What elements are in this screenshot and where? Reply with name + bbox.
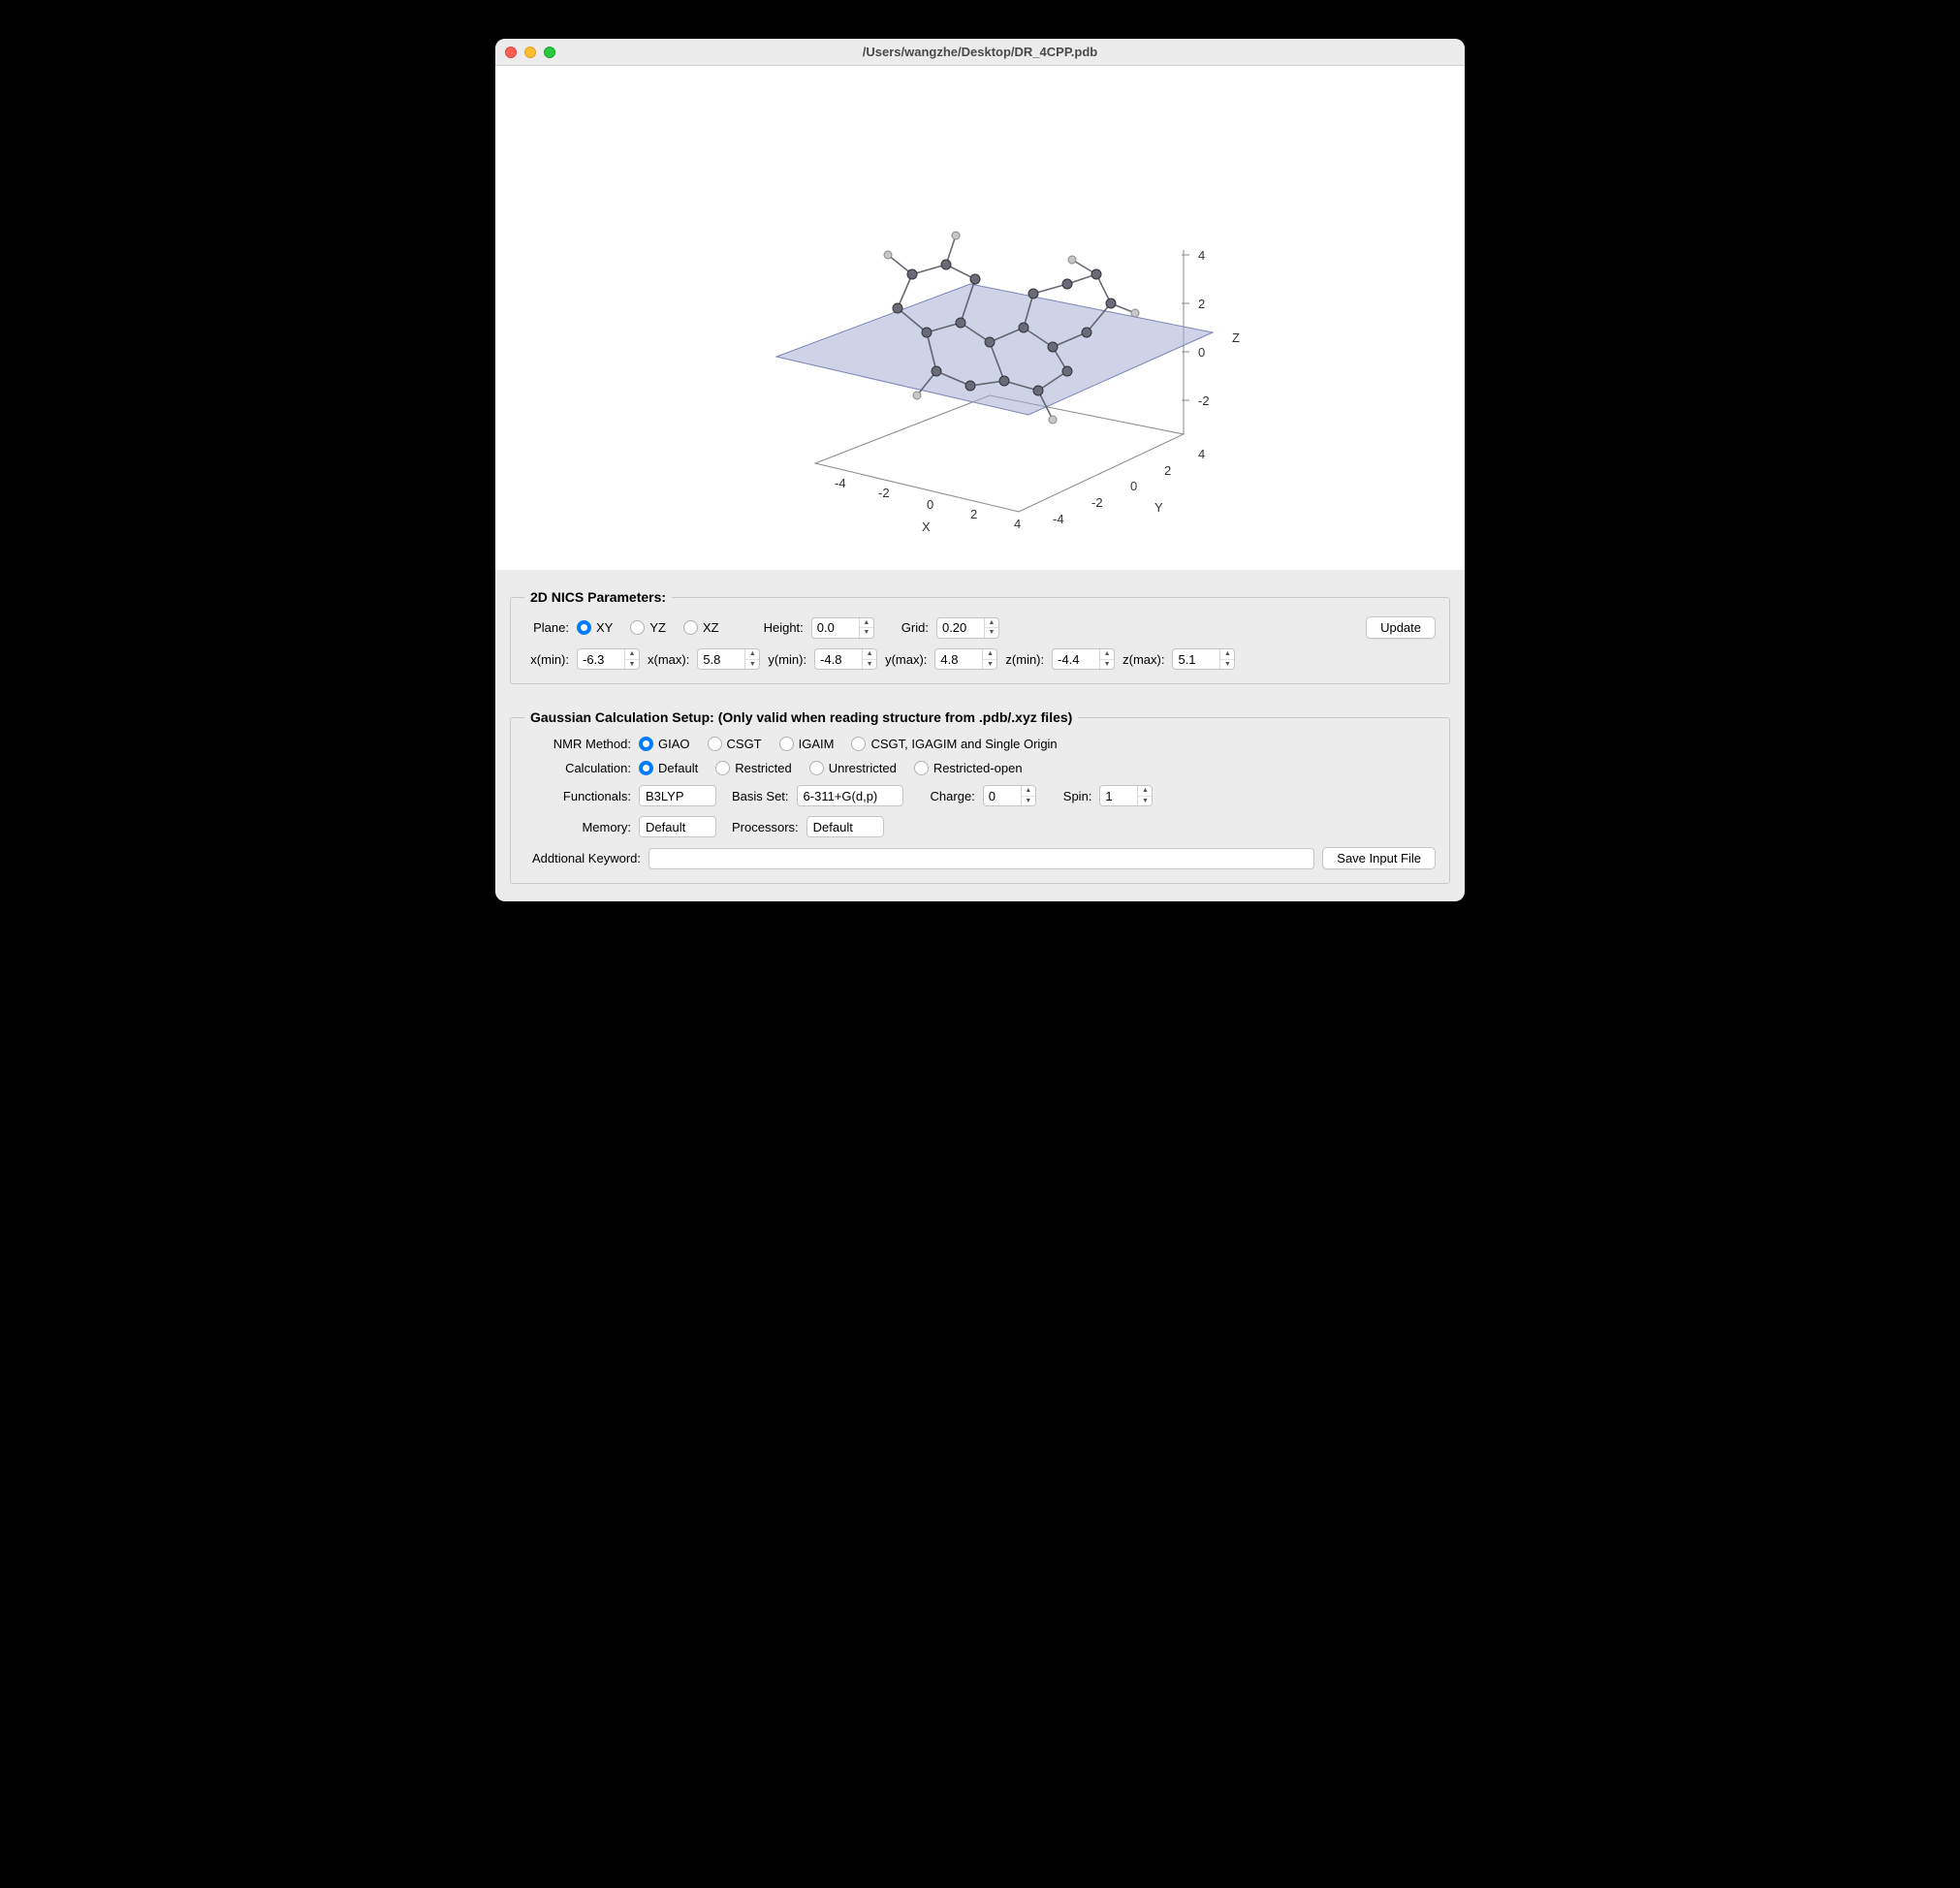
charge-label: Charge: <box>931 789 975 803</box>
zmax-label: z(max): <box>1122 652 1164 667</box>
y-tick: -2 <box>1091 495 1103 510</box>
plane-yz-radio[interactable]: YZ <box>630 620 666 635</box>
processors-label: Processors: <box>732 820 799 834</box>
plane-xz-radio[interactable]: XZ <box>683 620 719 635</box>
z-axis-label: Z <box>1232 330 1240 345</box>
chevron-up-icon: ▲ <box>985 618 998 629</box>
x-tick: 2 <box>970 507 977 521</box>
y-tick: 2 <box>1164 463 1171 478</box>
main-window: /Users/wangzhe/Desktop/DR_4CPP.pdb <box>495 39 1465 901</box>
x-axis-label: X <box>922 519 931 531</box>
basis-field[interactable] <box>797 785 903 806</box>
chevron-down-icon: ▼ <box>985 628 998 638</box>
nics-legend: 2D NICS Parameters: <box>524 589 672 605</box>
x-tick: -4 <box>835 476 846 490</box>
calc-unrestricted-radio[interactable]: Unrestricted <box>809 761 897 775</box>
zmin-stepper[interactable]: ▲▼ <box>1052 648 1115 670</box>
y-tick: -4 <box>1053 512 1064 526</box>
nmr-giao-radio[interactable]: GIAO <box>639 737 690 751</box>
x-tick: 0 <box>927 497 933 512</box>
ymin-stepper[interactable]: ▲▼ <box>814 648 877 670</box>
z-tick: 2 <box>1198 297 1205 311</box>
calc-label: Calculation: <box>524 761 631 775</box>
nmr-all-radio[interactable]: CSGT, IGAGIM and Single Origin <box>851 737 1057 751</box>
grid-stepper[interactable]: ▲▼ <box>936 617 999 639</box>
keyword-field[interactable] <box>648 848 1314 869</box>
nmr-csgt-radio[interactable]: CSGT <box>708 737 762 751</box>
calc-default-radio[interactable]: Default <box>639 761 698 775</box>
zmax-stepper[interactable]: ▲▼ <box>1172 648 1235 670</box>
plot-3d[interactable]: -4 -2 0 2 4 X -4 -2 0 2 4 Y -2 0 2 4 Z <box>495 66 1465 570</box>
ymax-stepper[interactable]: ▲▼ <box>934 648 997 670</box>
spin-label: Spin: <box>1063 789 1092 803</box>
xmin-stepper[interactable]: ▲▼ <box>577 648 640 670</box>
xmax-label: x(max): <box>648 652 689 667</box>
z-tick: 4 <box>1198 248 1205 263</box>
functionals-field[interactable] <box>639 785 716 806</box>
chevron-up-icon: ▲ <box>860 618 873 629</box>
nics-group: 2D NICS Parameters: Plane: XY YZ XZ Heig… <box>510 589 1450 684</box>
grid-label: Grid: <box>901 620 929 635</box>
y-axis-label: Y <box>1154 500 1163 515</box>
x-tick: 4 <box>1014 517 1021 531</box>
plane-xy-radio[interactable]: XY <box>577 620 613 635</box>
gaussian-group: Gaussian Calculation Setup: (Only valid … <box>510 709 1450 884</box>
basis-label: Basis Set: <box>732 789 789 803</box>
functionals-label: Functionals: <box>524 789 631 803</box>
height-stepper[interactable]: ▲▼ <box>811 617 874 639</box>
height-label: Height: <box>764 620 804 635</box>
gaussian-legend: Gaussian Calculation Setup: (Only valid … <box>524 709 1078 725</box>
y-tick: 0 <box>1130 479 1137 493</box>
calc-restricted-radio[interactable]: Restricted <box>715 761 792 775</box>
y-tick: 4 <box>1198 447 1205 461</box>
memory-field[interactable] <box>639 816 716 837</box>
xmin-label: x(min): <box>524 652 569 667</box>
xmax-stepper[interactable]: ▲▼ <box>697 648 760 670</box>
z-tick: 0 <box>1198 345 1205 360</box>
window-title: /Users/wangzhe/Desktop/DR_4CPP.pdb <box>495 45 1465 59</box>
ymax-label: y(max): <box>885 652 927 667</box>
titlebar: /Users/wangzhe/Desktop/DR_4CPP.pdb <box>495 39 1465 66</box>
nmr-label: NMR Method: <box>524 737 631 751</box>
save-input-button[interactable]: Save Input File <box>1322 847 1436 869</box>
calc-ro-radio[interactable]: Restricted-open <box>914 761 1023 775</box>
x-tick: -2 <box>878 486 890 500</box>
chevron-down-icon: ▼ <box>860 628 873 638</box>
plane-label: Plane: <box>524 620 569 635</box>
z-tick: -2 <box>1198 393 1210 408</box>
zmin-label: z(min): <box>1005 652 1044 667</box>
memory-label: Memory: <box>524 820 631 834</box>
processors-field[interactable] <box>806 816 884 837</box>
nmr-igaim-radio[interactable]: IGAIM <box>779 737 835 751</box>
spin-stepper[interactable]: ▲▼ <box>1099 785 1153 806</box>
ymin-label: y(min): <box>768 652 806 667</box>
charge-stepper[interactable]: ▲▼ <box>983 785 1036 806</box>
update-button[interactable]: Update <box>1366 616 1436 639</box>
keyword-label: Addtional Keyword: <box>524 851 641 865</box>
